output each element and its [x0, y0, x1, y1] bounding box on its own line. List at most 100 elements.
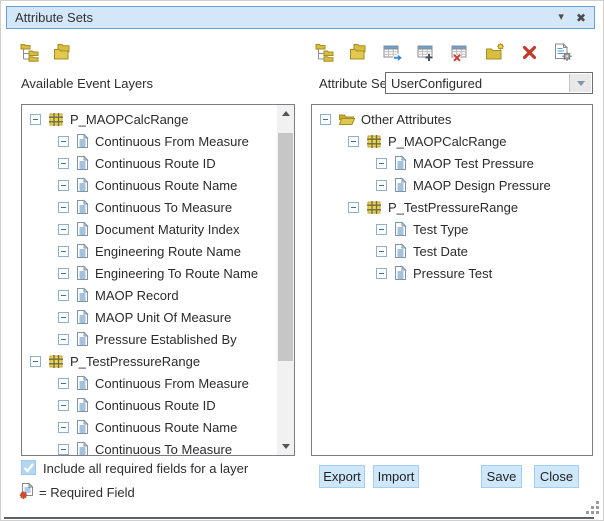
scrollbar-thumb[interactable] [278, 133, 293, 361]
include-required-fields-checkbox[interactable] [21, 460, 36, 475]
resize-grip[interactable] [586, 501, 599, 514]
tree-item-label: Continuous Route Name [95, 178, 237, 193]
collapse-expander[interactable] [58, 312, 69, 323]
tree-item[interactable]: Continuous Route ID [22, 152, 277, 174]
collapse-expander[interactable] [30, 114, 41, 125]
scroll-down-button[interactable] [277, 438, 294, 455]
expand-tree-button[interactable] [20, 42, 40, 62]
close-button[interactable]: Close [534, 465, 579, 488]
tree-item[interactable]: P_TestPressureRange [22, 350, 277, 372]
tree-item-label: Engineering Route Name [95, 244, 241, 259]
collapse-expander[interactable] [58, 246, 69, 257]
tree-item[interactable]: Continuous Route Name [22, 416, 277, 438]
expand-tree-icon [315, 43, 335, 62]
tree-item[interactable]: Continuous To Measure [22, 438, 277, 455]
table-delete-button[interactable] [451, 42, 471, 62]
table-add-button[interactable] [417, 42, 437, 62]
titlebar[interactable]: Attribute Sets ▾ ✖ [6, 6, 595, 29]
tree-item[interactable]: Pressure Test [312, 262, 592, 284]
collapse-expander[interactable] [58, 290, 69, 301]
tree-item[interactable]: P_MAOPCalcRange [312, 130, 592, 152]
collapse-expander[interactable] [58, 444, 69, 455]
layer-icon [366, 134, 382, 149]
collapse-expander[interactable] [58, 224, 69, 235]
attribute-set-value: UserConfigured [391, 76, 482, 91]
collapse-expander[interactable] [58, 400, 69, 411]
save-button[interactable]: Save [481, 465, 522, 488]
table-load-button[interactable] [383, 42, 403, 62]
field-icon [76, 287, 89, 303]
window-menu-icon[interactable]: ▾ [558, 12, 564, 23]
tree-item[interactable]: Document Maturity Index [22, 218, 277, 240]
collapse-expander[interactable] [348, 136, 359, 147]
collapse-expander[interactable] [58, 180, 69, 191]
tree-item-label: Continuous Route ID [95, 398, 216, 413]
collapse-expander[interactable] [376, 180, 387, 191]
collapse-expander[interactable] [376, 158, 387, 169]
attribute-sets-dialog: Attribute Sets ▾ ✖ Available Event Layer… [0, 0, 604, 521]
attribute-set-tree: Other AttributesP_MAOPCalcRange MAOP Test… [312, 105, 592, 455]
delete-icon [521, 44, 538, 61]
properties-button[interactable] [553, 42, 573, 62]
collapse-folders-button[interactable] [349, 42, 369, 62]
tree-item-label: Continuous To Measure [95, 442, 232, 456]
collapse-expander[interactable] [58, 202, 69, 213]
tree-item[interactable]: Engineering To Route Name [22, 262, 277, 284]
collapse-expander[interactable] [58, 422, 69, 433]
tree-item[interactable]: Test Date [312, 240, 592, 262]
collapse-expander[interactable] [376, 268, 387, 279]
expand-tree-button[interactable] [315, 42, 335, 62]
tree-item[interactable]: Engineering Route Name [22, 240, 277, 262]
collapse-expander[interactable] [58, 136, 69, 147]
scroll-up-button[interactable] [277, 105, 294, 122]
field-icon [394, 177, 407, 193]
import-button[interactable]: Import [373, 465, 419, 488]
tree-item[interactable]: MAOP Unit Of Measure [22, 306, 277, 328]
export-button[interactable]: Export [319, 465, 365, 488]
tree-item-label: MAOP Test Pressure [413, 156, 534, 171]
attribute-set-label: Attribute Set: [319, 76, 394, 91]
available-event-layers-label: Available Event Layers [21, 76, 153, 91]
tree-item[interactable]: Continuous Route ID [22, 394, 277, 416]
tree-item[interactable]: P_TestPressureRange [312, 196, 592, 218]
collapse-expander[interactable] [58, 158, 69, 169]
attribute-set-dropdown[interactable]: UserConfigured [385, 72, 593, 94]
collapse-expander[interactable] [30, 356, 41, 367]
tree-item[interactable]: Continuous To Measure [22, 196, 277, 218]
tree-item-label: Continuous To Measure [95, 200, 232, 215]
tree-item[interactable]: Continuous From Measure [22, 372, 277, 394]
tree-item-label: Continuous Route Name [95, 420, 237, 435]
arrow-up-icon [282, 107, 290, 116]
new-attribute-set-icon [485, 43, 505, 61]
close-icon[interactable]: ✖ [576, 12, 586, 24]
new-attribute-set-button[interactable] [485, 42, 505, 62]
tree-item[interactable]: P_MAOPCalcRange [22, 108, 277, 130]
collapse-expander[interactable] [376, 224, 387, 235]
expand-tree-icon [20, 43, 40, 62]
collapse-folders-button[interactable] [53, 42, 73, 62]
dropdown-arrow-button[interactable] [569, 74, 591, 92]
collapse-expander[interactable] [376, 246, 387, 257]
tree-item[interactable]: Continuous Route Name [22, 174, 277, 196]
tree-item[interactable]: Pressure Established By [22, 328, 277, 350]
right-toolbar [315, 42, 573, 62]
collapse-expander[interactable] [58, 378, 69, 389]
collapse-expander[interactable] [58, 268, 69, 279]
tree-item[interactable]: Other Attributes [312, 108, 592, 130]
field-icon [76, 155, 89, 171]
table-load-icon [383, 43, 403, 62]
collapse-expander[interactable] [320, 114, 331, 125]
collapse-expander[interactable] [348, 202, 359, 213]
tree-item[interactable]: Test Type [312, 218, 592, 240]
include-required-fields-label: Include all required fields for a layer [43, 461, 248, 476]
tree-item[interactable]: MAOP Design Pressure [312, 174, 592, 196]
field-icon [394, 155, 407, 171]
tree-item[interactable]: MAOP Record [22, 284, 277, 306]
field-icon [76, 441, 89, 455]
tree-item[interactable]: Continuous From Measure [22, 130, 277, 152]
field-icon [394, 243, 407, 259]
collapse-expander[interactable] [58, 334, 69, 345]
tree-item[interactable]: MAOP Test Pressure [312, 152, 592, 174]
vertical-scrollbar[interactable] [277, 105, 294, 455]
delete-button[interactable] [519, 42, 539, 62]
